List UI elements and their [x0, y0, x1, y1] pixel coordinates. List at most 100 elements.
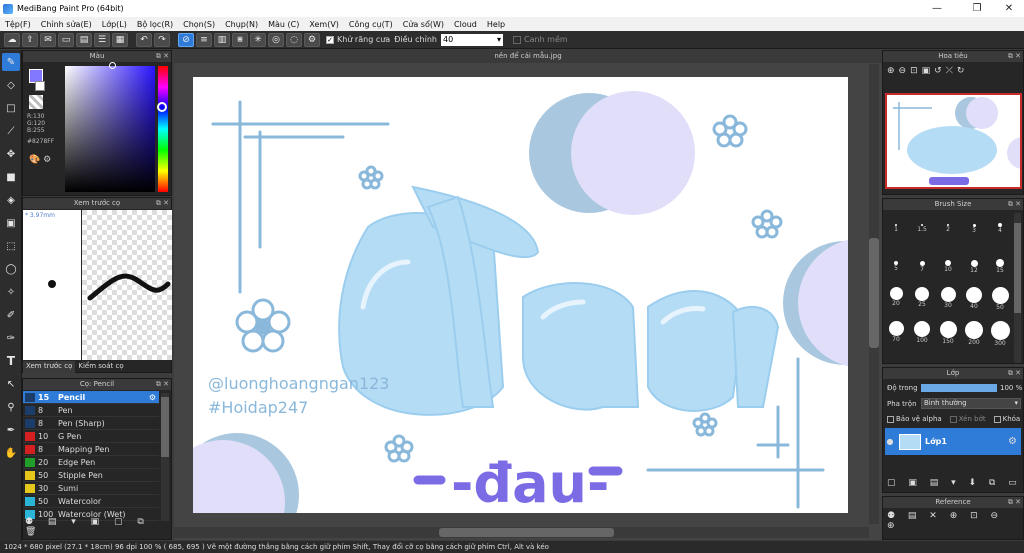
layer-actions[interactable]: ▢ ▣ ▤ ▾ ⬇ ⧉ ▭ — [887, 478, 1022, 488]
brush-item-mapping-pen[interactable]: 8 Mapping Pen — [23, 443, 159, 456]
antialias-checkbox[interactable]: ✓ — [326, 35, 334, 44]
navigator-toolbar[interactable]: ⊕⊖⊡▣↺⤫↻ — [887, 66, 968, 76]
menu-color[interactable]: Màu (C) — [263, 20, 304, 29]
brush-item-pen-sharp[interactable]: 8 Pen (Sharp) — [23, 417, 159, 430]
line-tool-icon[interactable]: ⟋ — [2, 122, 20, 140]
select-tool-icon[interactable]: ⬚ — [2, 237, 20, 255]
clipping-checkbox[interactable] — [949, 415, 957, 423]
snap-off-icon[interactable]: ⊘ — [178, 32, 194, 47]
eraser-tool-icon[interactable]: ◇ — [2, 76, 20, 94]
hue-slider[interactable] — [157, 66, 168, 192]
crosshair-snap-icon[interactable]: ▥ — [214, 32, 230, 47]
brush-size-option[interactable]: 50 — [989, 287, 1011, 311]
settings-icon[interactable]: ⚙ — [304, 32, 320, 47]
menu-snap[interactable]: Chụp(N) — [220, 20, 263, 29]
menu-filter[interactable]: Bộ lọc(R) — [132, 20, 178, 29]
brush-item-g-pen[interactable]: 10 G Pen — [23, 430, 159, 443]
correction-select[interactable]: 40 — [440, 33, 503, 46]
brush-size-scrollbar[interactable] — [1014, 213, 1021, 363]
brush-size-option[interactable]: 2 — [937, 215, 959, 233]
brush-settings-icon[interactable]: ⚙ — [149, 393, 156, 402]
upload-icon[interactable]: ⇪ — [22, 32, 38, 47]
panel-controls-icon[interactable]: ⧉ ✕ — [156, 51, 169, 62]
maximize-button[interactable]: ❐ — [962, 0, 992, 17]
radial-snap-icon[interactable]: ✳ — [250, 32, 266, 47]
hand-tool-icon[interactable]: ✋ — [2, 444, 20, 462]
panel-controls-icon[interactable]: ⧉ ✕ — [156, 379, 169, 390]
brush-size-option[interactable]: 150 — [937, 321, 959, 345]
brush-item-stipple-pen[interactable]: 50 Stipple Pen — [23, 469, 159, 482]
brush-list-scrollbar[interactable] — [161, 393, 169, 521]
brush-item-watercolor[interactable]: 50 Watercolor — [23, 495, 159, 508]
brush-size-option[interactable]: 40 — [963, 287, 985, 310]
brush-size-option[interactable]: 30 — [937, 287, 959, 309]
vanishing-snap-icon[interactable]: ⋇ — [232, 32, 248, 47]
canvas-horizontal-scrollbar[interactable] — [174, 527, 869, 538]
visibility-icon[interactable]: ● — [885, 437, 895, 446]
blend-select[interactable]: Bình thường ▾ — [921, 398, 1021, 409]
hue-cursor[interactable] — [157, 102, 167, 112]
circle-snap-icon[interactable]: ◎ — [268, 32, 284, 47]
brush-item-edge-pen[interactable]: 20 Edge Pen — [23, 456, 159, 469]
lock-checkbox[interactable] — [993, 415, 1001, 423]
menu-file[interactable]: Tệp(F) — [0, 20, 36, 29]
menu-edit[interactable]: Chỉnh sửa(E) — [36, 20, 97, 29]
pen-tool-icon[interactable]: ✒ — [2, 421, 20, 439]
layer-settings-icon[interactable]: ⚙ — [1008, 436, 1017, 447]
fill-tool-icon[interactable]: ◈ — [2, 191, 20, 209]
parallel-snap-icon[interactable]: ≡ — [196, 32, 212, 47]
palette-icon[interactable]: 🎨 ⚙ — [29, 155, 51, 165]
brush-item-sumi[interactable]: 30 Sumi — [23, 482, 159, 495]
menu-window[interactable]: Cửa sổ(W) — [398, 20, 449, 29]
saturation-value-picker[interactable] — [65, 62, 155, 192]
sv-cursor[interactable] — [109, 62, 116, 69]
transparent-swatch[interactable] — [29, 95, 43, 109]
brush-size-option[interactable]: 20 — [885, 287, 907, 307]
redo-icon[interactable]: ↷ — [154, 32, 170, 47]
brush-size-option[interactable]: 1 — [885, 215, 907, 233]
undo-icon[interactable]: ↶ — [136, 32, 152, 47]
canvas-vertical-scrollbar[interactable] — [869, 64, 879, 524]
document-icon[interactable]: ▤ — [76, 32, 92, 47]
grid-icon[interactable]: ▦ — [112, 32, 128, 47]
brush-size-option[interactable]: 70 — [885, 321, 907, 343]
brush-size-option[interactable]: 12 — [963, 253, 985, 274]
brush-list-actions[interactable]: ⚉ ▤ ▾ ▣ ▢ ⧉ 🗑 — [25, 517, 171, 537]
magic-wand-icon[interactable]: ✧ — [2, 283, 20, 301]
close-button[interactable]: ✕ — [994, 0, 1024, 17]
brush-tool-icon[interactable]: ✎ — [2, 53, 20, 71]
brush-size-option[interactable]: 100 — [911, 321, 933, 344]
brush-item-pen[interactable]: 8 Pen — [23, 404, 159, 417]
eyedropper-icon[interactable]: ⚲ — [2, 398, 20, 416]
list-icon[interactable]: ☰ — [94, 32, 110, 47]
brush-size-option[interactable]: 200 — [963, 321, 985, 346]
minimize-button[interactable]: — — [922, 0, 952, 17]
comment-icon[interactable]: ✉ — [40, 32, 56, 47]
tab-brush-control[interactable]: Kiểm soát cọ — [75, 361, 126, 373]
cloud-icon[interactable]: ☁ — [4, 32, 20, 47]
layer-item[interactable]: ● Lớp1 ⚙ — [885, 428, 1021, 455]
drawing-canvas[interactable]: -đau- @luonghoangngan123 #Hoidap247 — [193, 77, 848, 513]
brush-size-option[interactable]: 5 — [885, 253, 907, 272]
navigator-preview[interactable] — [885, 93, 1022, 189]
canvas-tab[interactable]: nền để cái mẫu.jpg — [174, 50, 882, 63]
brush-item-pencil[interactable]: 15 Pencil ⚙ — [23, 391, 159, 404]
brush-size-option[interactable]: 7 — [911, 253, 933, 273]
monitor-icon[interactable]: ▭ — [58, 32, 74, 47]
gradient-tool-icon[interactable]: ▣ — [2, 214, 20, 232]
shape-tool-icon[interactable]: ■ — [2, 168, 20, 186]
panel-controls-icon[interactable]: ⧉ ✕ — [1008, 368, 1021, 379]
operation-tool-icon[interactable]: ↖ — [2, 375, 20, 393]
menu-layer[interactable]: Lớp(L) — [97, 20, 132, 29]
curve-snap-icon[interactable]: ◌ — [286, 32, 302, 47]
secondary-color-swatch[interactable] — [35, 81, 45, 91]
menu-help[interactable]: Help — [482, 20, 510, 29]
panel-controls-icon[interactable]: ⧉ ✕ — [1008, 199, 1021, 210]
panel-controls-icon[interactable]: ⧉ ✕ — [1008, 497, 1021, 508]
menu-tools[interactable]: Công cụ(T) — [344, 20, 398, 29]
brush-size-option[interactable]: 1.5 — [911, 215, 933, 233]
brush-size-option[interactable]: 3 — [963, 215, 985, 234]
select-pen-icon[interactable]: ✐ — [2, 306, 20, 324]
brush-size-option[interactable]: 4 — [989, 215, 1011, 234]
text-tool-icon[interactable]: T — [2, 352, 20, 370]
